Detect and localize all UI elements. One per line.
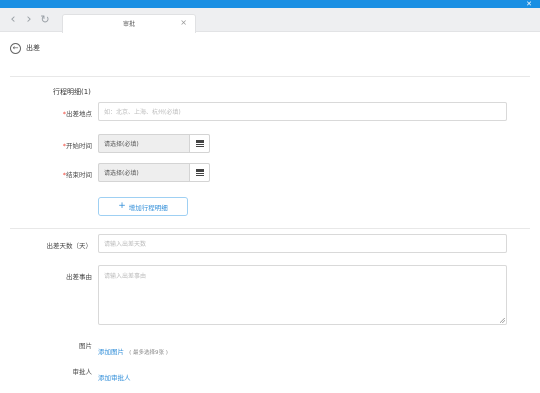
browser-toolbar: ‹ › ↻ 审批 ×: [0, 8, 540, 33]
browser-refresh-icon[interactable]: ↻: [38, 12, 52, 28]
approver-label: 审批人: [72, 368, 93, 376]
end-time-picker[interactable]: 请选择(必填): [98, 163, 210, 182]
add-approver-link[interactable]: 添加审批人: [98, 374, 131, 382]
end-time-label: *结束时间: [0, 169, 92, 179]
plus-icon: +: [118, 201, 126, 211]
browser-forward-icon[interactable]: ›: [22, 12, 36, 28]
tab-title: 审批: [122, 21, 135, 28]
days-placeholder: 请输入出差天数: [104, 241, 147, 248]
tab-close-icon[interactable]: ×: [180, 18, 187, 27]
add-itinerary-button[interactable]: + 增加行程明细: [98, 197, 188, 216]
days-label: 出差天数（天）: [46, 242, 93, 250]
back-arrow-icon[interactable]: ←: [10, 42, 21, 54]
location-label-text: 出差地点: [66, 110, 92, 118]
location-label: *出差地点: [0, 108, 92, 118]
itinerary-section-title: 行程明细(1): [53, 88, 91, 96]
section-divider: [10, 228, 530, 229]
start-time-label: *开始时间: [0, 140, 92, 150]
header-divider: [10, 76, 530, 77]
start-time-input[interactable]: 请选择(必填): [98, 134, 189, 153]
add-itinerary-label: 增加行程明细: [128, 203, 168, 212]
reason-textarea[interactable]: 请输入出差事由: [98, 265, 507, 325]
reason-label: 出差事由: [66, 273, 92, 281]
calendar-icon: [195, 169, 204, 176]
image-limit-hint: ( 最多选择9张 ): [129, 350, 168, 356]
form-page: ← 出差 行程明细(1) *出差地点 如：北京、上海、杭州(必填) *开始时间 …: [0, 33, 540, 393]
page-title: 出差: [26, 44, 40, 52]
approver-row: 添加审批人: [98, 365, 131, 384]
window-close-icon[interactable]: ✕: [524, 0, 534, 8]
back-navigation[interactable]: ← 出差: [10, 41, 40, 55]
location-input[interactable]: 如：北京、上海、杭州(必填): [98, 102, 507, 121]
start-time-value: 请选择(必填): [104, 141, 139, 148]
end-time-input[interactable]: 请选择(必填): [98, 163, 189, 182]
add-image-link[interactable]: 添加图片: [98, 348, 124, 356]
browser-back-icon[interactable]: ‹: [6, 12, 20, 28]
image-label: 图片: [79, 342, 92, 350]
start-time-picker[interactable]: 请选择(必填): [98, 134, 210, 153]
window-top-bar: ✕: [0, 0, 540, 8]
browser-tab[interactable]: 审批 ×: [62, 14, 196, 33]
reason-placeholder: 请输入出差事由: [104, 273, 147, 280]
end-time-value: 请选择(必填): [104, 170, 139, 177]
image-row: 添加图片 ( 最多选择9张 ): [98, 339, 168, 358]
resize-handle[interactable]: [500, 318, 505, 323]
start-time-calendar-button[interactable]: [189, 134, 210, 153]
calendar-icon: [195, 140, 204, 147]
start-time-label-text: 开始时间: [66, 142, 92, 150]
end-time-label-text: 结束时间: [66, 171, 92, 179]
location-placeholder: 如：北京、上海、杭州(必填): [104, 109, 181, 116]
end-time-calendar-button[interactable]: [189, 163, 210, 182]
days-input[interactable]: 请输入出差天数: [98, 234, 507, 253]
